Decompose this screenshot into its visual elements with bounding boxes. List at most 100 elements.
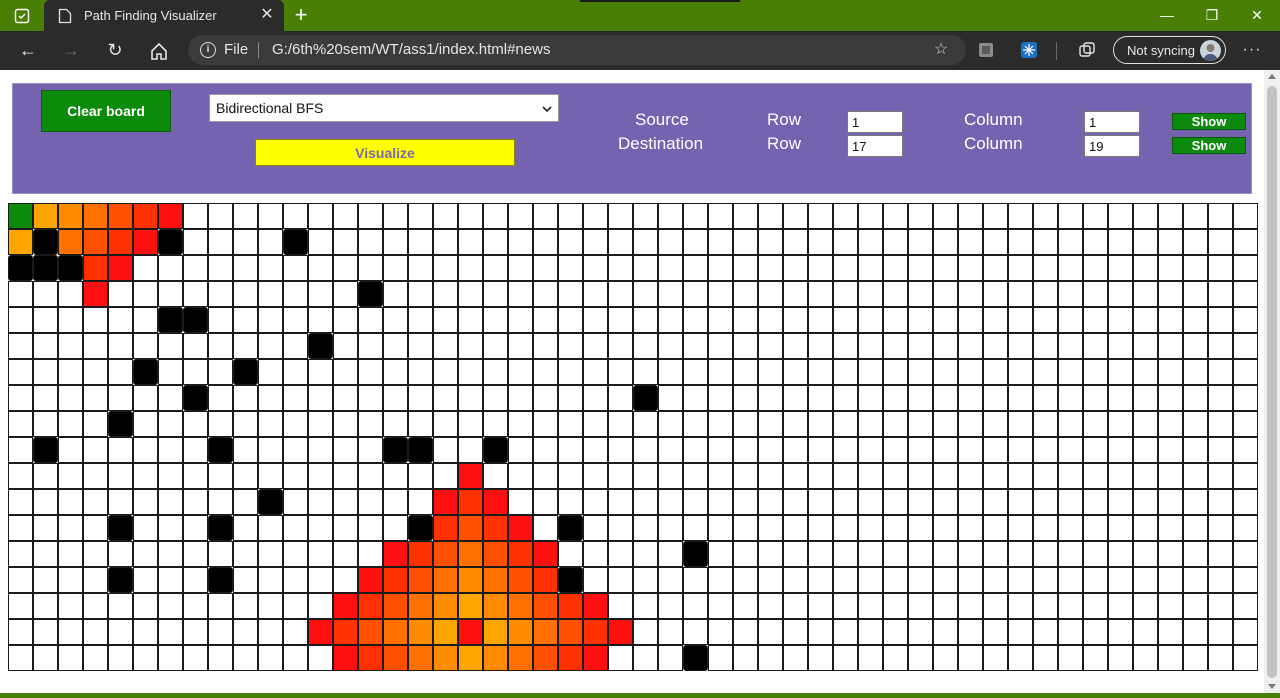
grid-cell[interactable] (658, 437, 683, 463)
grid-cell[interactable] (83, 567, 108, 593)
grid-cell[interactable] (933, 541, 958, 567)
grid-cell-wall[interactable] (683, 541, 708, 567)
grid-cell-visited[interactable] (508, 541, 533, 567)
grid-cell[interactable] (158, 567, 183, 593)
grid-cell[interactable] (1083, 333, 1108, 359)
grid-cell[interactable] (558, 359, 583, 385)
grid-cell[interactable] (608, 333, 633, 359)
grid-cell[interactable] (158, 593, 183, 619)
grid-cell[interactable] (533, 489, 558, 515)
grid-cell-visited[interactable] (458, 645, 483, 671)
destination-column-input[interactable] (1084, 135, 1140, 157)
grid-cell[interactable] (83, 385, 108, 411)
grid-cell[interactable] (783, 541, 808, 567)
grid-cell[interactable] (283, 567, 308, 593)
grid-cell[interactable] (683, 567, 708, 593)
grid-cell[interactable] (933, 385, 958, 411)
grid-cell[interactable] (583, 203, 608, 229)
grid-cell[interactable] (1233, 281, 1258, 307)
grid-cell[interactable] (333, 411, 358, 437)
grid-cell-visited[interactable] (508, 515, 533, 541)
grid-cell[interactable] (1083, 645, 1108, 671)
grid-cell[interactable] (1083, 359, 1108, 385)
grid-cell[interactable] (33, 359, 58, 385)
grid-cell[interactable] (1208, 593, 1233, 619)
grid-cell[interactable] (308, 385, 333, 411)
grid-cell[interactable] (733, 645, 758, 671)
grid-cell[interactable] (33, 593, 58, 619)
grid-cell[interactable] (783, 437, 808, 463)
grid-cell[interactable] (1083, 437, 1108, 463)
grid-cell[interactable] (458, 255, 483, 281)
grid-cell-visited[interactable] (508, 645, 533, 671)
grid-cell[interactable] (1208, 515, 1233, 541)
grid-cell[interactable] (883, 541, 908, 567)
grid-cell[interactable] (158, 541, 183, 567)
grid-cell[interactable] (258, 515, 283, 541)
grid-cell[interactable] (1058, 203, 1083, 229)
grid-cell[interactable] (833, 385, 858, 411)
grid-cell[interactable] (683, 333, 708, 359)
extension-icon[interactable] (977, 41, 995, 59)
grid-cell-wall[interactable] (208, 567, 233, 593)
grid-cell-visited[interactable] (508, 593, 533, 619)
grid-cell[interactable] (1233, 593, 1258, 619)
grid-cell[interactable] (883, 411, 908, 437)
grid-cell[interactable] (733, 203, 758, 229)
grid-cell[interactable] (1158, 619, 1183, 645)
grid-cell[interactable] (133, 593, 158, 619)
grid-cell[interactable] (283, 385, 308, 411)
grid-cell[interactable] (8, 437, 33, 463)
grid-cell[interactable] (883, 645, 908, 671)
grid-cell[interactable] (1058, 307, 1083, 333)
grid-cell[interactable] (658, 411, 683, 437)
grid-cell[interactable] (1008, 619, 1033, 645)
grid-cell[interactable] (658, 281, 683, 307)
collections-icon[interactable] (1078, 41, 1096, 59)
grid-cell[interactable] (233, 229, 258, 255)
grid-cell[interactable] (783, 333, 808, 359)
grid-cell[interactable] (1058, 229, 1083, 255)
grid-cell[interactable] (233, 411, 258, 437)
workspaces-icon[interactable] (14, 8, 30, 24)
grid-cell-visited[interactable] (133, 203, 158, 229)
grid-cell[interactable] (358, 437, 383, 463)
grid-cell[interactable] (558, 333, 583, 359)
grid-cell[interactable] (783, 385, 808, 411)
grid-cell[interactable] (983, 385, 1008, 411)
grid-cell-visited[interactable] (433, 567, 458, 593)
grid-cell-wall[interactable] (208, 515, 233, 541)
grid-cell[interactable] (958, 515, 983, 541)
grid-cell[interactable] (1208, 203, 1233, 229)
grid-cell[interactable] (483, 463, 508, 489)
grid-cell-visited[interactable] (333, 619, 358, 645)
grid-cell[interactable] (183, 489, 208, 515)
grid-cell[interactable] (8, 593, 33, 619)
grid-cell[interactable] (583, 463, 608, 489)
grid-cell[interactable] (1183, 645, 1208, 671)
grid-cell[interactable] (658, 229, 683, 255)
grid-cell[interactable] (758, 411, 783, 437)
grid-cell[interactable] (308, 307, 333, 333)
grid-cell[interactable] (833, 619, 858, 645)
grid-cell[interactable] (933, 593, 958, 619)
grid-cell[interactable] (183, 593, 208, 619)
grid-cell[interactable] (983, 203, 1008, 229)
grid-cell[interactable] (1058, 385, 1083, 411)
grid-cell[interactable] (708, 203, 733, 229)
grid-cell[interactable] (1208, 281, 1233, 307)
grid-cell[interactable] (708, 255, 733, 281)
grid-cell[interactable] (133, 281, 158, 307)
source-row-input[interactable] (847, 111, 903, 133)
grid-cell[interactable] (708, 593, 733, 619)
grid-cell[interactable] (758, 619, 783, 645)
grid-cell[interactable] (183, 229, 208, 255)
grid-cell[interactable] (1108, 255, 1133, 281)
grid-cell[interactable] (508, 203, 533, 229)
grid-cell[interactable] (558, 385, 583, 411)
grid-cell[interactable] (933, 515, 958, 541)
grid-cell-visited[interactable] (458, 619, 483, 645)
grid-cell[interactable] (83, 359, 108, 385)
grid-cell[interactable] (1058, 359, 1083, 385)
grid-cell[interactable] (1083, 619, 1108, 645)
